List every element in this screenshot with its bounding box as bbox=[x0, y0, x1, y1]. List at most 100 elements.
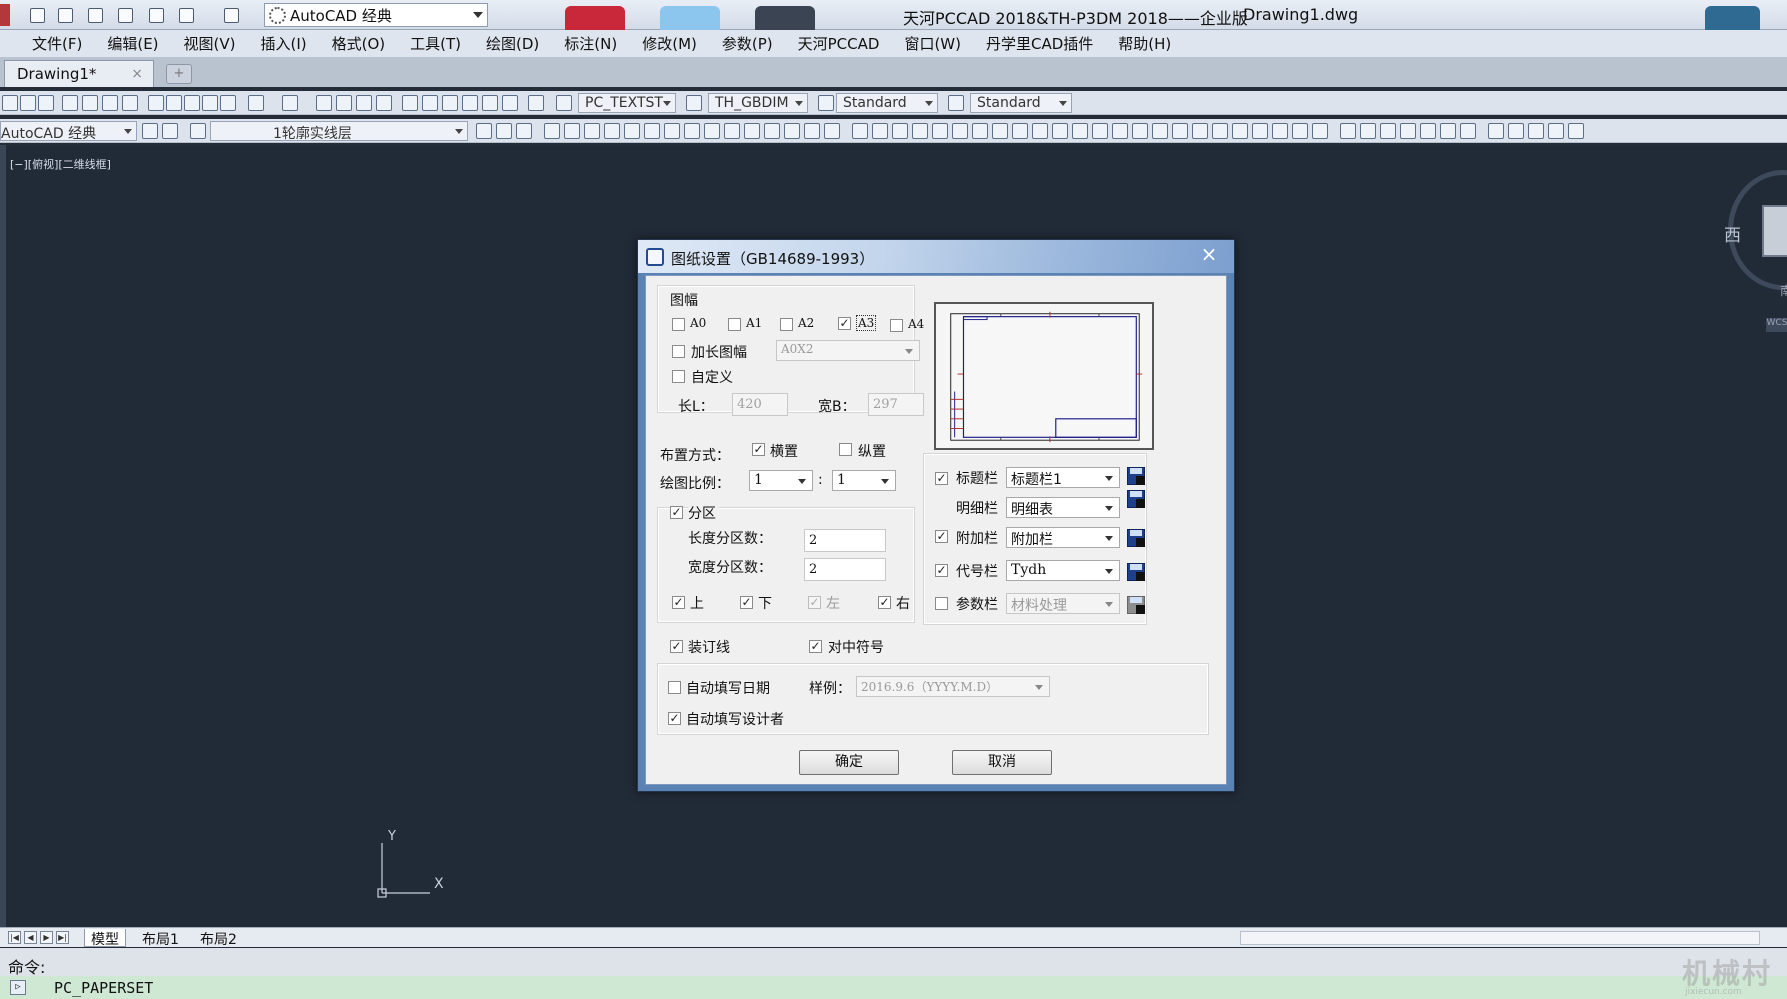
pccad-tool-icon[interactable] bbox=[1252, 123, 1268, 139]
calculator-icon[interactable] bbox=[502, 95, 518, 111]
tool-palettes-icon[interactable] bbox=[442, 95, 458, 111]
new-file-icon[interactable] bbox=[26, 4, 48, 26]
document-tab[interactable]: Drawing1* × bbox=[4, 60, 154, 87]
new-icon[interactable] bbox=[2, 95, 18, 111]
horizontal-scrollbar[interactable] bbox=[1240, 931, 1760, 945]
zoom-window-icon[interactable] bbox=[356, 95, 372, 111]
menu-draw[interactable]: 绘图(D) bbox=[486, 33, 539, 54]
pccad-tool-icon[interactable] bbox=[1112, 123, 1128, 139]
tab-layout1[interactable]: 布局1 bbox=[136, 929, 185, 948]
viewcube[interactable] bbox=[1762, 205, 1787, 257]
pccad-text-icon[interactable] bbox=[684, 123, 700, 139]
menu-tools[interactable]: 工具(T) bbox=[410, 33, 461, 54]
pccad-tool-icon[interactable] bbox=[564, 123, 580, 139]
pccad-tool-icon[interactable] bbox=[1568, 123, 1584, 139]
pccad-tool-icon[interactable] bbox=[1232, 123, 1248, 139]
text-style-select[interactable]: PC_TEXTST bbox=[578, 93, 676, 113]
zone-right-checkbox[interactable]: ✓ bbox=[878, 596, 891, 609]
next-layout-icon[interactable]: ▶ bbox=[40, 931, 53, 944]
zoom-realtime-icon[interactable] bbox=[336, 95, 352, 111]
pccad-tool-icon[interactable] bbox=[1152, 123, 1168, 139]
additional-block-edit-icon[interactable] bbox=[1125, 527, 1147, 549]
pccad-tool-icon[interactable] bbox=[824, 123, 840, 139]
pccad-tool-icon[interactable] bbox=[1212, 123, 1228, 139]
pccad-tool-icon[interactable] bbox=[704, 123, 720, 139]
wcs-menu[interactable]: WCS bbox=[1766, 318, 1787, 332]
open-icon[interactable] bbox=[20, 95, 36, 111]
a3-checkbox[interactable]: ✓ bbox=[838, 317, 851, 330]
pccad-tool-icon[interactable] bbox=[1172, 123, 1188, 139]
multileader-style-icon[interactable] bbox=[948, 95, 964, 111]
workspace-toolbar-select[interactable]: AutoCAD 经典 bbox=[0, 121, 137, 142]
pccad-tool-icon[interactable] bbox=[1272, 123, 1288, 139]
title-block-checkbox[interactable]: ✓ bbox=[935, 472, 948, 485]
auto-date-checkbox[interactable] bbox=[668, 681, 681, 694]
cancel-button[interactable]: 取消 bbox=[952, 750, 1052, 775]
pccad-tool-icon[interactable] bbox=[1092, 123, 1108, 139]
table-style-select[interactable]: Standard bbox=[836, 93, 938, 113]
scale-right-select[interactable]: 1 bbox=[832, 470, 896, 491]
workspace-settings-icon[interactable] bbox=[142, 123, 158, 139]
close-button[interactable]: × bbox=[1189, 242, 1229, 268]
command-prompt-icon[interactable]: ▷ bbox=[10, 980, 26, 995]
pccad-tool-icon[interactable] bbox=[1508, 123, 1524, 139]
tab-model[interactable]: 模型 bbox=[84, 929, 126, 948]
pccad-tool-icon[interactable] bbox=[644, 123, 660, 139]
date-sample-select[interactable]: 2016.9.6（YYYY.M.D） bbox=[856, 676, 1050, 697]
redo-icon[interactable] bbox=[282, 95, 298, 111]
previous-layout-icon[interactable]: ◀ bbox=[24, 931, 37, 944]
a4-checkbox[interactable] bbox=[890, 319, 903, 332]
extended-size-select[interactable]: A0X2 bbox=[776, 340, 920, 361]
code-block-select[interactable]: Tydh bbox=[1006, 560, 1120, 581]
save-as-icon[interactable] bbox=[114, 4, 136, 26]
new-tab-button[interactable]: + bbox=[166, 64, 192, 84]
zoom-previous-icon[interactable] bbox=[376, 95, 392, 111]
extended-size-checkbox[interactable] bbox=[672, 345, 685, 358]
properties-icon[interactable] bbox=[402, 95, 418, 111]
length-zones-input[interactable]: 2 bbox=[804, 529, 886, 552]
code-block-checkbox[interactable]: ✓ bbox=[935, 564, 948, 577]
pccad-tool-icon[interactable] bbox=[1360, 123, 1376, 139]
viewport-controls[interactable]: [−][俯视][二维线框] bbox=[10, 156, 111, 172]
pccad-tool-icon[interactable] bbox=[764, 123, 780, 139]
pan-icon[interactable] bbox=[316, 95, 332, 111]
custom-size-checkbox[interactable] bbox=[672, 370, 685, 383]
pccad-tool-icon[interactable] bbox=[872, 123, 888, 139]
zone-bottom-checkbox[interactable]: ✓ bbox=[740, 596, 753, 609]
pccad-tool-icon[interactable] bbox=[1488, 123, 1504, 139]
make-current-layer-icon[interactable] bbox=[476, 123, 492, 139]
close-icon[interactable]: × bbox=[131, 66, 143, 82]
save-icon[interactable] bbox=[84, 4, 106, 26]
a2-checkbox[interactable] bbox=[780, 318, 793, 331]
pccad-tool-icon[interactable] bbox=[932, 123, 948, 139]
last-layout-icon[interactable]: ▶| bbox=[56, 931, 69, 944]
binding-line-checkbox[interactable]: ✓ bbox=[670, 640, 683, 653]
pccad-tool-icon[interactable] bbox=[584, 123, 600, 139]
pccad-tool-icon[interactable] bbox=[1012, 123, 1028, 139]
a0-checkbox[interactable] bbox=[672, 318, 685, 331]
additional-block-select[interactable]: 附加栏 bbox=[1006, 527, 1120, 548]
horizontal-checkbox[interactable]: ✓ bbox=[752, 443, 765, 456]
vertical-checkbox[interactable] bbox=[839, 443, 852, 456]
open-file-icon[interactable] bbox=[54, 4, 76, 26]
customize-icon[interactable] bbox=[162, 123, 178, 139]
pccad-tool-icon[interactable] bbox=[804, 123, 820, 139]
preview-icon[interactable] bbox=[82, 95, 98, 111]
pccad-tool-icon[interactable] bbox=[1400, 123, 1416, 139]
viewcube-west-label[interactable]: 西 bbox=[1724, 221, 1741, 246]
command-input[interactable]: ▷ PC_PAPERSET bbox=[0, 976, 1787, 999]
parameter-block-checkbox[interactable] bbox=[935, 597, 948, 610]
pccad-tool-icon[interactable] bbox=[1132, 123, 1148, 139]
viewcube-south-label[interactable]: 南 bbox=[1780, 282, 1787, 299]
scale-left-select[interactable]: 1 bbox=[749, 470, 813, 491]
markup-icon[interactable] bbox=[482, 95, 498, 111]
cut-icon[interactable] bbox=[148, 95, 164, 111]
pccad-tool-icon[interactable] bbox=[1340, 123, 1356, 139]
pccad-tool-icon[interactable] bbox=[1380, 123, 1396, 139]
width-zones-input[interactable]: 2 bbox=[804, 558, 886, 581]
pccad-tool-icon[interactable] bbox=[1440, 123, 1456, 139]
workspace-select[interactable]: AutoCAD 经典 bbox=[264, 3, 488, 27]
menu-dimension[interactable]: 标注(N) bbox=[564, 33, 617, 54]
pccad-tool-icon[interactable] bbox=[784, 123, 800, 139]
parameter-block-edit-icon[interactable] bbox=[1125, 594, 1147, 616]
